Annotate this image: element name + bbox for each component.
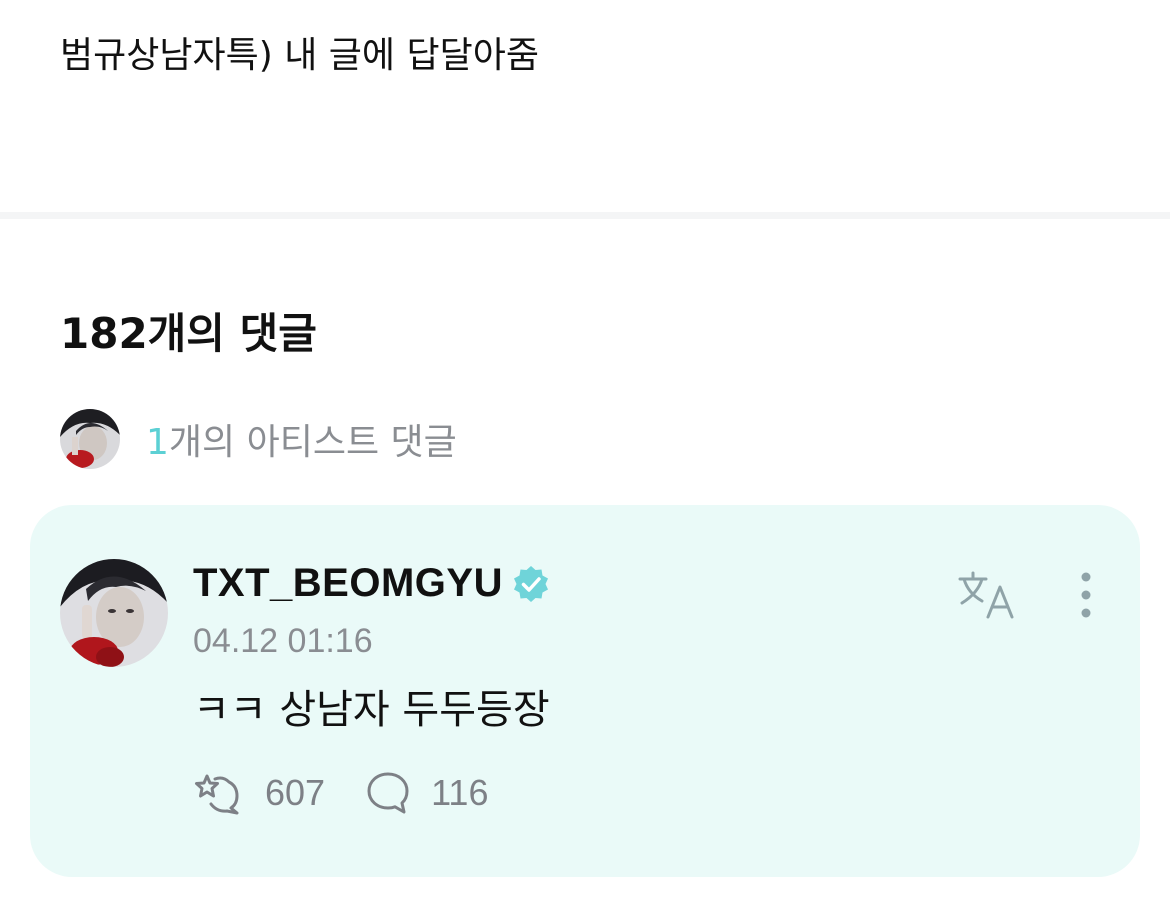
section-divider: [0, 212, 1170, 219]
speech-bubble-icon: [367, 772, 409, 814]
author-avatar[interactable]: [60, 559, 168, 667]
like-button[interactable]: 607: [193, 770, 325, 816]
artist-comment-summary-text: 1 개의 아티스트 댓글: [146, 413, 457, 465]
like-reaction-icon: [195, 774, 239, 815]
artist-comment-summary[interactable]: 1 개의 아티스트 댓글: [60, 408, 457, 470]
verified-badge-icon: [513, 565, 548, 602]
more-vertical-icon[interactable]: [1072, 571, 1100, 623]
comment-timestamp: 04.12 01:16: [193, 622, 373, 660]
artist-comment-card: TXT_BEOMGYU 04.12 01:16 ㅋㅋ 상남자 두두등장 607 …: [30, 505, 1140, 877]
comment-actions: 607 116: [193, 769, 488, 817]
translate-icon[interactable]: [956, 569, 1018, 621]
artist-avatar: [60, 409, 120, 469]
comment-count-heading: 182개의 댓글: [60, 309, 317, 358]
author-name[interactable]: TXT_BEOMGYU: [193, 561, 503, 606]
author-row: TXT_BEOMGYU: [193, 561, 551, 606]
comment-text: ㅋㅋ 상남자 두두등장: [193, 687, 550, 733]
reply-button[interactable]: 116: [365, 770, 488, 816]
artist-comment-label: 개의 아티스트 댓글: [168, 422, 457, 463]
post-detail-page: 범규상남자특) 내 글에 답달아줌 182개의 댓글 1 개의 아티스트 댓글: [0, 0, 1170, 902]
like-count: 607: [265, 772, 326, 813]
post-title: 범규상남자특) 내 글에 답달아줌: [60, 35, 539, 76]
artist-comment-count: 1: [146, 422, 169, 463]
reply-count: 116: [431, 772, 489, 813]
